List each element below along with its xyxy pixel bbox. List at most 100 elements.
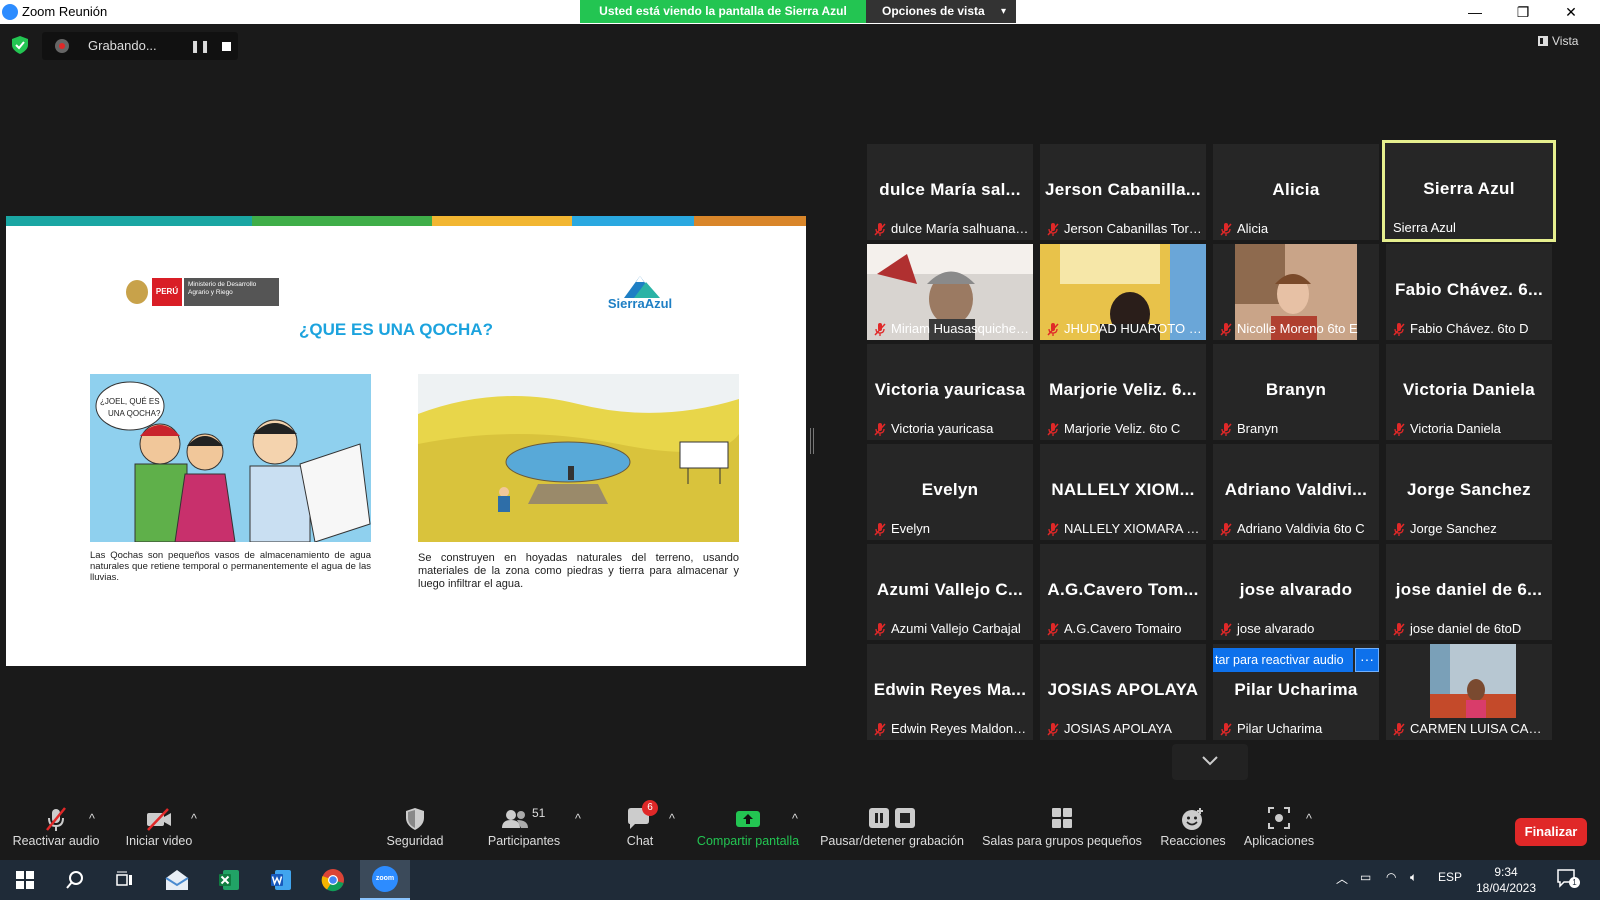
more-options-button[interactable]: ··· <box>1355 648 1379 672</box>
participant-display-name: NALLELY XIOM... <box>1051 480 1195 499</box>
search-icon <box>66 871 83 889</box>
muted-mic-icon <box>1047 223 1059 236</box>
participant-display-name: Fabio Chávez. 6... <box>1394 280 1544 299</box>
wifi-icon[interactable]: ◠ <box>1386 870 1396 884</box>
breakout-rooms-icon <box>1052 808 1072 828</box>
chat-options-caret[interactable]: ^ <box>669 812 675 862</box>
participant-name: Victoria Daniela <box>1410 421 1501 436</box>
breakout-rooms-button[interactable]: Salas para grupos pequeños <box>980 806 1144 856</box>
task-view-button[interactable] <box>100 860 150 900</box>
participant-tile[interactable]: Fabio Chávez. 6... Fabio Chávez. 6to D <box>1386 244 1552 340</box>
gallery-next-page-button[interactable] <box>1172 744 1248 780</box>
taskbar-word-app[interactable] <box>256 860 306 900</box>
participant-tile[interactable]: Evelyn Evelyn <box>867 444 1033 540</box>
participant-tile[interactable]: Miriam Huasasquiche-... <box>867 244 1033 340</box>
participant-tile[interactable]: Branyn Branyn <box>1213 344 1379 440</box>
chat-label: Chat <box>626 834 654 848</box>
stripe-segment <box>432 216 572 226</box>
ministry-logo: PERÚ Ministerio de Desarrollo Agrario y … <box>126 278 279 306</box>
participant-tile[interactable]: A.G.Cavero Tom... A.G.Cavero Tomairo <box>1040 544 1206 640</box>
participant-tile[interactable]: Marjorie Veliz. 6... Marjorie Veliz. 6to … <box>1040 344 1206 440</box>
participant-tile[interactable]: Jerson Cabanilla... Jerson Cabanillas Tor… <box>1040 144 1206 240</box>
participant-tile[interactable]: Victoria Daniela Victoria Daniela <box>1386 344 1552 440</box>
windows-icon <box>16 871 34 889</box>
start-button[interactable] <box>0 860 50 900</box>
taskbar-zoom-app[interactable]: zoom <box>360 860 410 900</box>
participant-display-name: Pilar Ucharima <box>1234 680 1358 699</box>
taskbar-excel-app[interactable] <box>204 860 254 900</box>
participant-tile[interactable]: Nicolle Moreno 6to E <box>1213 244 1379 340</box>
pause-stop-icon <box>869 808 915 828</box>
participant-tile[interactable]: JHUDAD HUAROTO C... <box>1040 244 1206 340</box>
muted-mic-icon <box>874 423 886 436</box>
video-options-caret[interactable]: ^ <box>191 812 197 862</box>
notifications-button[interactable]: 1 <box>1556 868 1580 888</box>
split-resize-handle[interactable] <box>810 428 814 454</box>
participant-display-name: Marjorie Veliz. 6... <box>1049 380 1197 399</box>
unmute-prompt[interactable]: tar para reactivar audio <box>1213 648 1353 672</box>
close-button[interactable]: ✕ <box>1548 0 1594 24</box>
task-view-icon <box>116 871 132 886</box>
share-screen-label: Compartir pantalla <box>696 834 800 848</box>
participants-options-caret[interactable]: ^ <box>575 812 581 862</box>
apps-options-caret[interactable]: ^ <box>1306 812 1312 862</box>
participants-button[interactable]: 51 Participantes <box>484 806 564 856</box>
view-options-button[interactable]: Opciones de vista ▾ <box>866 0 1016 23</box>
participant-tile[interactable]: Alicia Alicia <box>1213 144 1379 240</box>
participant-tile[interactable]: NALLELY XIOM... NALLELY XIOMARA NE... <box>1040 444 1206 540</box>
muted-mic-icon <box>1220 723 1232 736</box>
audio-options-caret[interactable]: ^ <box>89 812 95 862</box>
participant-tile[interactable]: Azumi Vallejo C... Azumi Vallejo Carbajal <box>867 544 1033 640</box>
view-button[interactable]: Vista <box>1538 34 1594 54</box>
participant-name-label: Evelyn <box>871 520 1029 538</box>
reactions-button[interactable]: Reacciones <box>1160 806 1226 856</box>
participant-name: dulce María salhuana ... <box>891 221 1029 236</box>
end-meeting-button[interactable]: Finalizar <box>1515 818 1587 846</box>
pause-stop-recording-button[interactable]: Pausar/detener grabación <box>818 806 966 856</box>
battery-icon[interactable]: ▭ <box>1360 870 1371 884</box>
security-shield-icon[interactable] <box>12 36 28 54</box>
taskbar-chrome-app[interactable] <box>308 860 358 900</box>
participant-tile[interactable]: Victoria yauricasa Victoria yauricasa <box>867 344 1033 440</box>
security-button[interactable]: Seguridad <box>380 806 450 856</box>
participant-name: Evelyn <box>891 521 931 536</box>
view-label: Vista <box>1552 34 1579 48</box>
participant-tile[interactable]: CARMEN LUISA CASTI... <box>1386 644 1552 740</box>
share-screen-button[interactable]: Compartir pantalla <box>692 806 804 856</box>
participant-name: Azumi Vallejo Carbajal <box>891 621 1021 636</box>
caption-left: Las Qochas son pequeños vasos de almacen… <box>90 550 371 583</box>
language-indicator[interactable]: ESP <box>1438 870 1462 884</box>
mail-icon <box>165 870 189 890</box>
pause-recording-button[interactable]: ❚❚ <box>188 34 212 58</box>
stop-recording-button[interactable] <box>214 34 238 58</box>
taskbar-search-button[interactable] <box>50 860 100 900</box>
window-title: Zoom Reunión <box>22 4 108 19</box>
svg-text:UNA QOCHA?: UNA QOCHA? <box>108 409 161 418</box>
participant-name-label: jose alvarado <box>1217 620 1375 638</box>
show-hidden-icons-button[interactable]: ︿ <box>1336 870 1348 887</box>
share-options-caret[interactable]: ^ <box>792 812 798 862</box>
participant-tile[interactable]: Edwin Reyes Ma... Edwin Reyes Maldona... <box>867 644 1033 740</box>
participant-name: JOSIAS APOLAYA <box>1064 721 1172 736</box>
chat-button[interactable]: 6 Chat <box>610 800 670 856</box>
participant-name-label: jose daniel de 6toD <box>1390 620 1548 638</box>
participant-tile[interactable]: Adriano Valdivi... Adriano Valdivia 6to C <box>1213 444 1379 540</box>
participant-name: Adriano Valdivia 6to C <box>1237 521 1365 536</box>
participant-tile[interactable]: dulce María sal... dulce María salhuana .… <box>867 144 1033 240</box>
minimize-button[interactable]: — <box>1452 0 1498 24</box>
participant-display-name: jose alvarado <box>1239 580 1353 599</box>
taskbar-mail-app[interactable] <box>152 860 202 900</box>
chrome-icon <box>321 869 344 892</box>
participant-tile[interactable]: Sierra Azul Sierra Azul <box>1382 140 1556 242</box>
participant-tile[interactable]: jose alvarado jose alvarado <box>1213 544 1379 640</box>
restore-button[interactable]: ❐ <box>1500 0 1546 24</box>
participant-name: Sierra Azul <box>1393 220 1456 235</box>
participant-tile[interactable]: Jorge Sanchez Jorge Sanchez <box>1386 444 1552 540</box>
volume-icon[interactable]: 🔈︎ <box>1410 870 1417 885</box>
participant-tile[interactable]: JOSIAS APOLAYA JOSIAS APOLAYA <box>1040 644 1206 740</box>
participant-name: A.G.Cavero Tomairo <box>1064 621 1182 636</box>
participant-tile[interactable]: jose daniel de 6... jose daniel de 6toD <box>1386 544 1552 640</box>
participant-name: Jerson Cabanillas Torre... <box>1064 221 1202 236</box>
screen-share-banner: Usted está viendo la pantalla de Sierra … <box>580 0 866 23</box>
clock[interactable]: 9:34 18/04/2023 <box>1474 864 1538 896</box>
